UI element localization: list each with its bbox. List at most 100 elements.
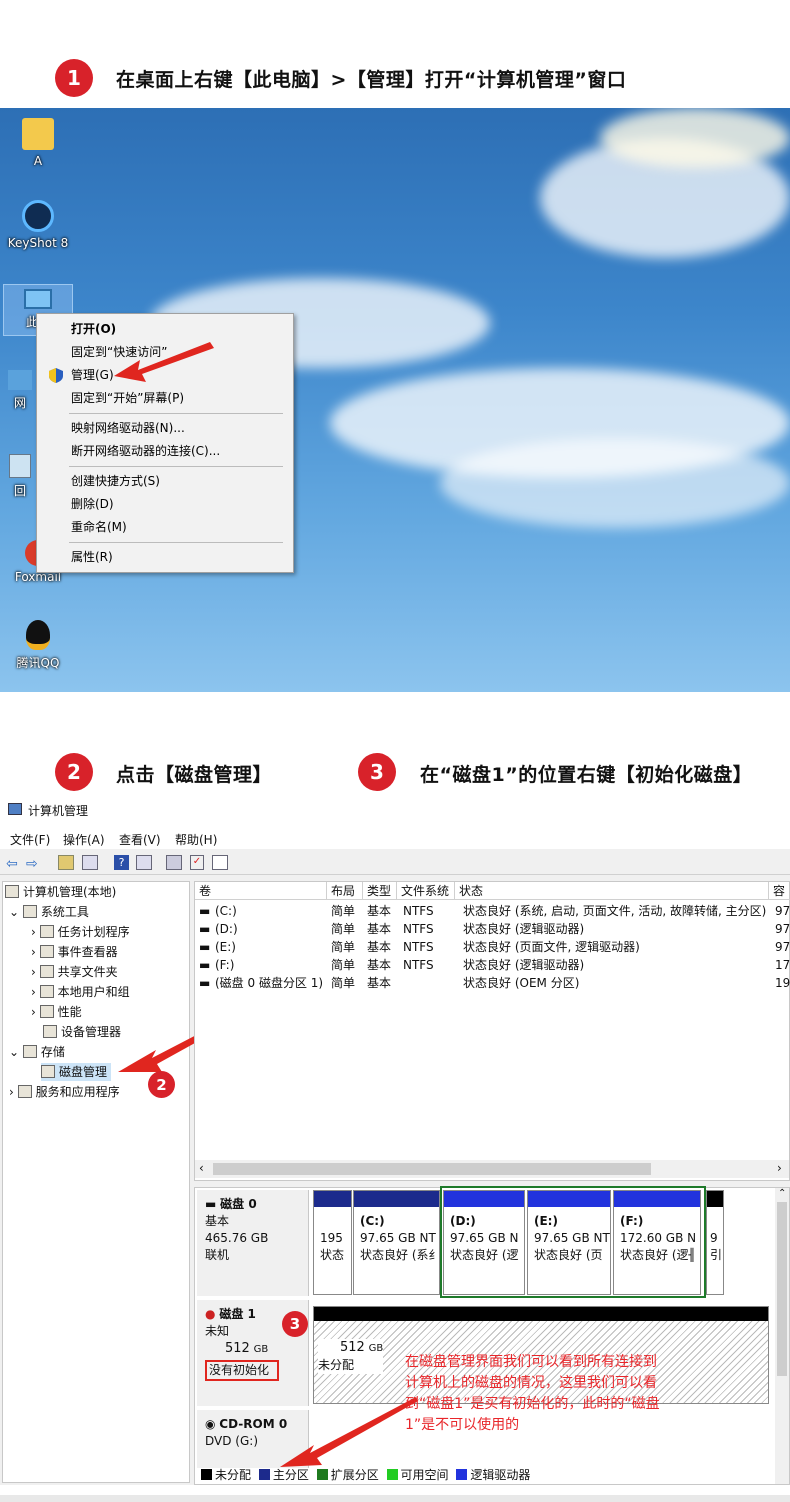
desktop-icon-network[interactable]: 网 [3, 370, 37, 411]
chevron-right-icon[interactable]: › [31, 945, 40, 959]
step-1-text: 在桌面上右键【此电脑】>【管理】打开“计算机管理”窗口 [116, 69, 627, 91]
tree-task-scheduler[interactable]: › 任务计划程序 [31, 923, 130, 941]
partition-c[interactable]: (C:) 97.65 GB NT 状态良好 (系纟 [353, 1190, 440, 1295]
tree-event-viewer[interactable]: › 事件查看器 [31, 943, 118, 961]
computer-management-window: 计算机管理 文件(F) 操作(A) 查看(V) 帮助(H) ⇦ ⇨ ? ✓ 计算… [0, 795, 790, 1485]
properties-icon[interactable] [136, 855, 152, 870]
volume-list: 卷 布局 类型 文件系统 状态 容 ▬ (C:) 简单 基本 NTFS 状态良好 (系统,… [194, 881, 790, 1181]
partition-f[interactable]: (F:) 172.60 GB N 状态良好 (逻╢ [613, 1190, 701, 1295]
checklist-icon[interactable]: ✓ [190, 855, 204, 870]
desktop-icon-qq[interactable]: 腾讯QQ [3, 620, 73, 671]
volume-cell-l: 简单 [331, 976, 356, 990]
chevron-right-icon[interactable]: › [31, 925, 40, 939]
volume-row[interactable]: ▬ (D:) 简单 基本 NTFS 状态良好 (逻辑驱动器) 97 [195, 920, 790, 938]
volume-cell-c: 97 [775, 904, 790, 918]
volume-cell-l: 简单 [331, 940, 356, 954]
tree-disk-management[interactable]: 磁盘管理 [41, 1063, 112, 1081]
scroll-thumb[interactable] [213, 1163, 651, 1175]
volume-cell-v: (F:) [215, 958, 235, 972]
tree-performance[interactable]: › 性能 [31, 1003, 82, 1021]
volume-cell-fs: NTFS [403, 958, 434, 972]
show-hide-tree-icon[interactable] [82, 855, 98, 870]
tree-shared-folders[interactable]: › 共享文件夹 [31, 963, 118, 981]
volume-cell-c: 97 [775, 922, 790, 936]
legend-swatch-unallocated [201, 1469, 212, 1480]
chevron-down-icon[interactable]: ⌄ [9, 1045, 23, 1059]
menu-help[interactable]: 帮助(H) [175, 831, 217, 848]
volume-row[interactable]: ▬ (磁盘 0 磁盘分区 1) 简单 基本 状态良好 (OEM 分区) 19 [195, 974, 790, 992]
vscroll-thumb[interactable] [777, 1202, 787, 1376]
col-type[interactable]: 类型 [363, 882, 397, 900]
user-folder-icon [22, 118, 54, 150]
menu-file[interactable]: 文件(F) [10, 831, 50, 848]
col-fs[interactable]: 文件系统 [397, 882, 455, 900]
not-initialized-label[interactable]: 没有初始化 [205, 1360, 280, 1381]
back-icon[interactable]: ⇦ [6, 856, 18, 872]
volume-row[interactable]: ▬ (E:) 简单 基本 NTFS 状态良好 (页面文件, 逻辑驱动器) 97 [195, 938, 790, 956]
tree-system-tools[interactable]: ⌄ 系统工具 [9, 903, 89, 921]
horizontal-scrollbar[interactable]: ‹ › [195, 1160, 789, 1178]
tree-storage[interactable]: ⌄ 存储 [9, 1043, 65, 1061]
partition-small[interactable]: 9引 [706, 1190, 724, 1295]
up-folder-icon[interactable] [58, 855, 74, 870]
desktop-icon-a[interactable]: A [3, 118, 73, 168]
list-icon[interactable] [212, 855, 228, 870]
menu-item-rename[interactable]: 重命名(M) [71, 517, 127, 537]
volume-row[interactable]: ▬ (F:) 简单 基本 NTFS 状态良好 (逻辑驱动器) 17 [195, 956, 790, 974]
clock-icon [39, 925, 54, 938]
volume-cell-v: (磁盘 0 磁盘分区 1) [215, 976, 324, 990]
scroll-left-icon[interactable]: ‹ [199, 1161, 204, 1175]
tree-root[interactable]: 计算机管理(本地) [5, 883, 116, 901]
scroll-right-icon[interactable]: › [777, 1161, 782, 1175]
shared-folder-icon [39, 965, 54, 978]
col-layout[interactable]: 布局 [327, 882, 363, 900]
tree-services-apps[interactable]: › 服务和应用程序 [9, 1083, 120, 1101]
menu-action[interactable]: 操作(A) [63, 831, 105, 848]
services-icon [17, 1085, 32, 1098]
qq-icon [26, 620, 50, 650]
partition-d[interactable]: (D:) 97.65 GB N 状态良好 (逻 [443, 1190, 525, 1295]
volume-cell-v: (C:) [215, 904, 237, 918]
desktop-icon-keyshot[interactable]: KeyShot 8 [3, 200, 73, 250]
forward-icon[interactable]: ⇨ [26, 856, 38, 872]
computer-icon [5, 885, 19, 898]
volume-cell-v: (E:) [215, 940, 236, 954]
menu-item-properties[interactable]: 属性(R) [71, 547, 113, 567]
col-volume[interactable]: 卷 [195, 882, 327, 900]
col-status[interactable]: 状态 [455, 882, 769, 900]
volume-cell-s: 状态良好 (逻辑驱动器) [463, 922, 585, 936]
disk0-label[interactable]: ▬ 磁盘 0 基本 465.76 GB 联机 [197, 1190, 309, 1296]
scroll-up-icon[interactable]: ⌃ [778, 1188, 786, 1199]
volume-cell-t: 基本 [367, 922, 392, 936]
menu-item-disconnect-drive[interactable]: 断开网络驱动器的连接(C)... [71, 441, 220, 461]
volume-cell-l: 简单 [331, 922, 356, 936]
chevron-right-icon[interactable]: › [31, 1005, 40, 1019]
volume-cell-fs: NTFS [403, 940, 434, 954]
connect-icon[interactable] [166, 855, 182, 870]
partition-oem[interactable]: 195 状态 [313, 1190, 352, 1295]
menu-view[interactable]: 查看(V) [119, 831, 161, 848]
chevron-right-icon[interactable]: › [31, 985, 40, 999]
desktop-icon-recycle-bin[interactable]: 回 [3, 454, 37, 499]
menu-item-map-drive[interactable]: 映射网络驱动器(N)... [71, 418, 185, 438]
vertical-scrollbar[interactable]: ⌃ [775, 1188, 789, 1484]
volume-icon: ▬ [199, 958, 211, 972]
partition-e[interactable]: (E:) 97.65 GB NT 状态良好 (页［ [527, 1190, 611, 1295]
volume-icon: ▬ [199, 976, 211, 990]
chevron-down-icon[interactable]: ⌄ [9, 905, 23, 919]
volume-icon: ▬ [199, 922, 211, 936]
menu-item-create-shortcut[interactable]: 创建快捷方式(S) [71, 471, 160, 491]
pointer-arrow-3 [280, 1397, 418, 1467]
navigation-tree: 计算机管理(本地) ⌄ 系统工具 › 任务计划程序 › 事件查看器 › 共享文件… [2, 881, 190, 1483]
chevron-right-icon[interactable]: › [9, 1085, 18, 1099]
chevron-right-icon[interactable]: › [31, 965, 40, 979]
help-icon[interactable]: ? [114, 855, 129, 870]
menu-item-delete[interactable]: 删除(D) [71, 494, 114, 514]
recycle-bin-icon [9, 454, 31, 478]
volume-cell-fs: NTFS [403, 922, 434, 936]
menu-item-pin-start[interactable]: 固定到“开始”屏幕(P) [71, 388, 184, 408]
menu-item-manage[interactable]: 管理(G) [71, 365, 114, 385]
tree-local-users[interactable]: › 本地用户和组 [31, 983, 130, 1001]
volume-row[interactable]: ▬ (C:) 简单 基本 NTFS 状态良好 (系统, 启动, 页面文件, 活动, 故障转… [195, 902, 790, 920]
col-capacity[interactable]: 容 [769, 882, 790, 900]
